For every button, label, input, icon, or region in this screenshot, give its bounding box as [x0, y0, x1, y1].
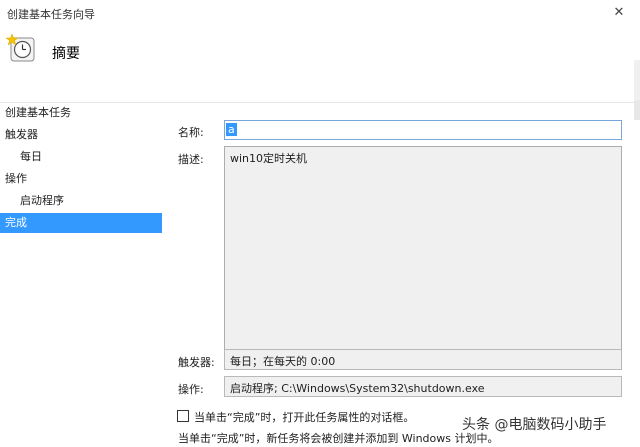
- description-field[interactable]: win10定时关机: [224, 146, 622, 352]
- action-value: 启动程序; C:\Windows\System32\shutdown.exe: [230, 382, 485, 395]
- trigger-label: 触发器:: [178, 356, 215, 369]
- sidebar-item-create-basic-task[interactable]: 创建基本任务: [0, 103, 71, 123]
- name-value: a: [226, 123, 237, 136]
- trigger-value: 每日；在每天的 0:00: [230, 355, 336, 368]
- description-value: win10定时关机: [230, 152, 308, 165]
- title-bar: 创建基本任务向导 ✕: [0, 0, 640, 28]
- checkbox-label[interactable]: 当单击“完成”时，打开此任务属性的对话框。: [194, 409, 414, 425]
- sidebar-item-action[interactable]: 操作: [0, 169, 27, 189]
- sidebar-item-trigger[interactable]: 触发器: [0, 125, 38, 145]
- close-button[interactable]: ✕: [604, 2, 634, 24]
- page-title: 摘要: [52, 46, 80, 62]
- scrollbar-edge: [634, 100, 640, 120]
- name-field[interactable]: a: [224, 120, 622, 140]
- header: [0, 28, 640, 102]
- scrollbar-edge: [634, 60, 640, 100]
- trigger-field: 每日；在每天的 0:00: [224, 349, 622, 370]
- watermark: 头条 @电脑数码小助手: [462, 417, 607, 433]
- action-label: 操作:: [178, 383, 204, 396]
- sidebar-item-start-program[interactable]: 启动程序: [0, 191, 64, 211]
- sidebar-item-finish[interactable]: 完成: [0, 213, 162, 233]
- name-label: 名称:: [178, 126, 204, 139]
- footer-note: 当单击“完成”时，新任务将会被创建并添加到 Windows 计划中。: [178, 432, 499, 445]
- sidebar-item-daily[interactable]: 每日: [0, 147, 42, 167]
- clock-task-icon: [6, 33, 35, 62]
- action-field: 启动程序; C:\Windows\System32\shutdown.exe: [224, 376, 622, 397]
- window-title: 创建基本任务向导: [7, 8, 95, 21]
- description-label: 描述:: [178, 153, 204, 166]
- open-properties-checkbox[interactable]: [177, 410, 189, 422]
